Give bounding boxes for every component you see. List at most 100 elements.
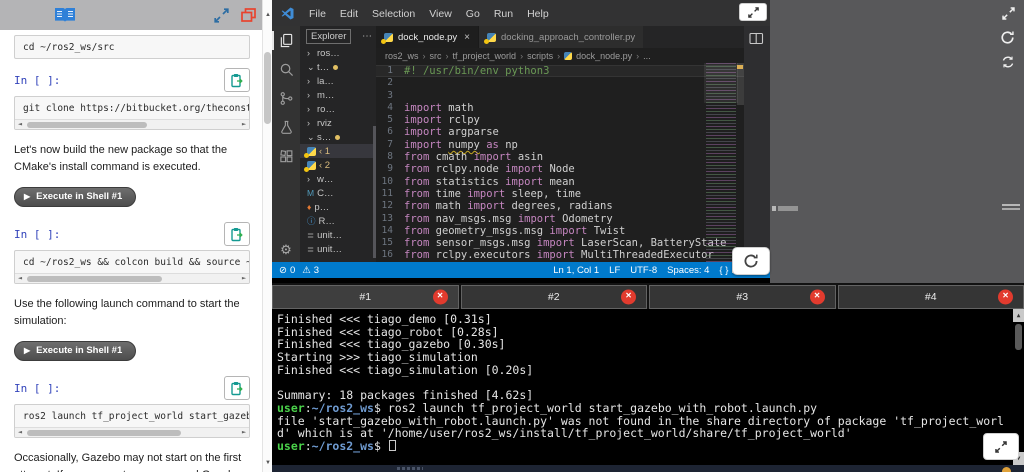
menu-help[interactable]: Help (520, 8, 556, 20)
code-line[interactable]: 10 from statistics import mean (376, 176, 744, 188)
explorer-item[interactable]: › m… (300, 88, 376, 102)
code-line[interactable]: 3 (376, 90, 744, 102)
explorer-item[interactable]: ⓘ R… (300, 214, 376, 228)
more-actions-icon[interactable]: ⋯ (362, 31, 372, 42)
restore-window-icon[interactable] (241, 8, 256, 22)
status-item[interactable]: Spaces: 4 (667, 265, 709, 276)
tab-dock-node[interactable]: dock_node.py × (376, 26, 479, 48)
terminal-tab-4[interactable]: #4 × (837, 285, 1024, 309)
breadcrumb-item[interactable]: ros2_ws (385, 51, 419, 61)
code-line[interactable]: 5 import rclpy (376, 114, 744, 126)
explorer-item[interactable]: › rviz (300, 116, 376, 130)
close-terminal-icon[interactable]: × (809, 289, 825, 305)
explorer-item[interactable]: M C… (300, 186, 376, 200)
copy-button[interactable] (224, 376, 250, 400)
explorer-item[interactable]: › la… (300, 74, 376, 88)
terminal-tab-3[interactable]: #3 × (649, 285, 836, 309)
menu-edit[interactable]: Edit (333, 8, 365, 20)
scroll-left-icon[interactable]: ◄ (15, 428, 25, 437)
code-cell[interactable]: ros2 launch tf_project_world start_gazeb… (14, 404, 250, 438)
code-cell[interactable]: git clone https://bitbucket.org/theconst… (14, 96, 250, 130)
settings-gear-icon[interactable]: ⚙ (272, 242, 300, 258)
copy-button[interactable] (224, 68, 250, 92)
split-editor-icon[interactable] (749, 32, 764, 50)
warnings-indicator[interactable]: ⚠ 3 (302, 265, 319, 276)
scrollbar-thumb[interactable] (1015, 324, 1022, 350)
scrollbar-thumb[interactable] (737, 63, 744, 105)
explorer-item[interactable]: ‹ 2 (300, 158, 376, 172)
horizontal-scrollbar[interactable]: ◄ ► (15, 273, 249, 283)
explorer-item[interactable]: ‹ 1 (300, 144, 376, 158)
status-item[interactable]: LF (609, 265, 620, 276)
search-icon[interactable] (272, 62, 300, 77)
scroll-right-icon[interactable]: ► (239, 120, 249, 129)
execute-shell-button[interactable]: ▶ Execute in Shell #1 (14, 187, 137, 207)
extensions-icon[interactable] (272, 149, 300, 164)
errors-indicator[interactable]: ⊘ 0 (279, 265, 295, 276)
close-terminal-icon[interactable]: × (621, 289, 636, 305)
expand-preview-icon[interactable] (1002, 7, 1015, 20)
editor-scrollbar[interactable] (737, 63, 744, 262)
status-item[interactable]: Ln 1, Col 1 (553, 265, 599, 276)
copy-button[interactable] (224, 222, 250, 246)
code-line[interactable]: 16 from rclpy.executors import MultiThrea… (376, 249, 744, 261)
scroll-right-icon[interactable]: ► (239, 428, 249, 437)
source-control-icon[interactable] (272, 91, 300, 106)
horizontal-scrollbar[interactable]: ◄ ► (15, 427, 249, 437)
code-line[interactable]: 6 import argparse (376, 126, 744, 138)
code-editor[interactable]: 1 #! /usr/bin/env python3 2 3 4 import math 5 i… (376, 63, 744, 262)
explorer-item[interactable]: › ro… (300, 102, 376, 116)
code-line[interactable]: 1 #! /usr/bin/env python3 (376, 65, 744, 78)
explorer-item[interactable]: › ros… (300, 46, 376, 60)
scrollbar-thumb[interactable] (27, 121, 147, 128)
menu-selection[interactable]: Selection (365, 8, 422, 20)
sync-icon[interactable] (1001, 55, 1015, 69)
refresh-icon[interactable] (1000, 30, 1015, 45)
expand-vscode-button[interactable] (739, 3, 767, 21)
code-line[interactable]: 15 from sensor_msgs.msg import LaserScan,… (376, 237, 744, 249)
scrollbar-thumb[interactable] (264, 52, 271, 124)
expand-terminal-button[interactable] (983, 433, 1019, 460)
scroll-left-icon[interactable]: ◄ (15, 120, 25, 129)
breadcrumb-item[interactable]: src (430, 51, 442, 61)
explorer-item[interactable]: › w… (300, 172, 376, 186)
explorer-item[interactable]: ≣ unit… (300, 228, 376, 242)
menu-run[interactable]: Run (487, 8, 520, 20)
minimap-slider[interactable] (704, 63, 738, 103)
breadcrumb-item[interactable]: dock_node.py (576, 51, 632, 61)
scroll-up-icon[interactable]: ▲ (1013, 309, 1024, 322)
scrollbar-thumb[interactable] (27, 429, 182, 436)
menu-view[interactable]: View (422, 8, 459, 20)
terminal-tab-1[interactable]: #1 × (272, 285, 459, 309)
code-line[interactable]: 12 from math import degrees, radians (376, 200, 744, 212)
explorer-item[interactable]: ≣ unit… (300, 242, 376, 256)
code-line[interactable]: 14 from geometry_msgs.msg import Twist (376, 225, 744, 237)
code-line[interactable]: 8 from cmath import asin (376, 151, 744, 163)
scrollbar-thumb[interactable] (27, 275, 162, 282)
code-line[interactable]: 4 import math (376, 102, 744, 114)
notebook-icon[interactable] (54, 7, 76, 23)
test-flask-icon[interactable] (272, 120, 300, 135)
close-terminal-icon[interactable]: × (998, 289, 1013, 305)
minimap[interactable] (704, 63, 743, 262)
terminal-tab-2[interactable]: #2 × (460, 285, 647, 309)
status-item[interactable]: UTF-8 (630, 265, 657, 276)
explorer-icon[interactable] (272, 31, 300, 50)
close-tab-icon[interactable]: × (464, 32, 470, 43)
explorer-item[interactable]: ⌄ s… (300, 130, 376, 144)
scroll-left-icon[interactable]: ◄ (15, 274, 25, 283)
menu-go[interactable]: Go (459, 8, 487, 20)
terminal[interactable]: Finished <<< tiago_demo [0.31s] Finished … (272, 309, 1024, 465)
close-terminal-icon[interactable]: × (432, 289, 448, 305)
breadcrumb-item[interactable]: scripts (527, 51, 553, 61)
notebook-scrollbar[interactable]: ▲ ▼ (262, 0, 272, 472)
code-line[interactable]: 13 from nav_msgs.msg import Odometry (376, 213, 744, 225)
scroll-right-icon[interactable]: ► (239, 274, 249, 283)
code-line[interactable]: 9 from rclpy.node import Node (376, 163, 744, 175)
horizontal-scrollbar[interactable]: ◄ ► (15, 119, 249, 129)
breadcrumb-item[interactable]: ... (643, 51, 651, 61)
explorer-item[interactable]: ♦ p… (300, 200, 376, 214)
code-line[interactable]: 11 from time import sleep, time (376, 188, 744, 200)
code-line[interactable]: 7 import numpy as np (376, 139, 744, 151)
menu-file[interactable]: File (302, 8, 333, 20)
